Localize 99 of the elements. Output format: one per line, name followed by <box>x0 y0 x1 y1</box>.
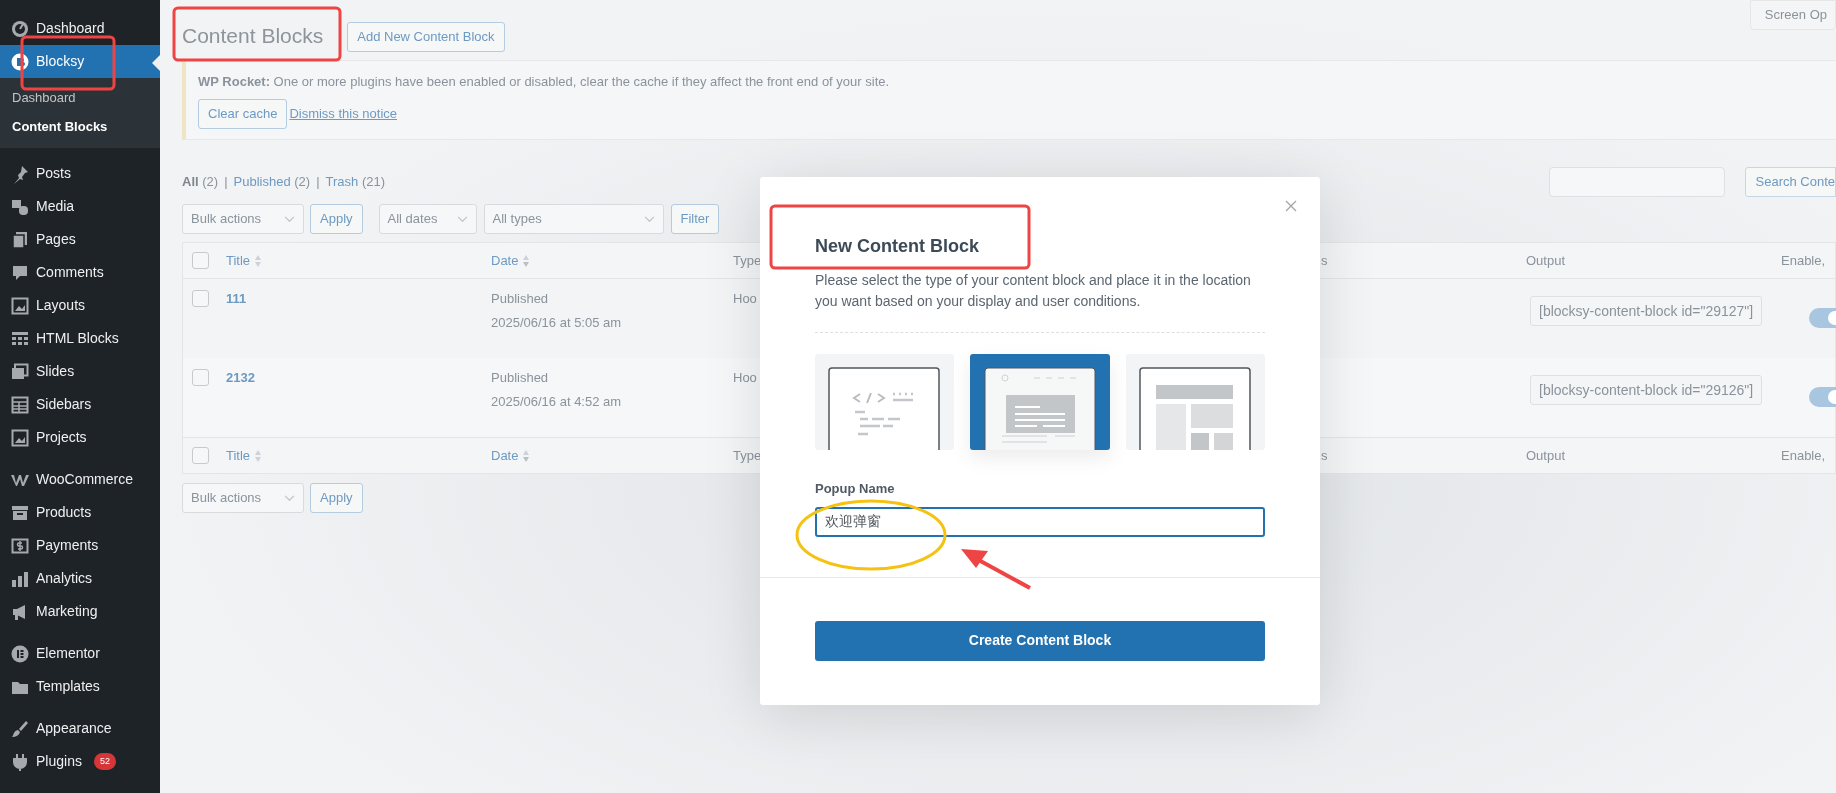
filter-link[interactable]: Published (2) <box>233 172 311 192</box>
bulk-actions-select[interactable]: Bulk actions <box>182 483 304 513</box>
apply-button[interactable]: Apply <box>310 483 363 513</box>
shortcode-field[interactable]: [blocksy-content-block id="29127"] <box>1530 296 1763 326</box>
sidebar-item[interactable]: Media <box>0 190 160 223</box>
sort-icon[interactable] <box>254 253 263 268</box>
block-type-card[interactable] <box>970 354 1110 450</box>
type-text: Hoo <box>733 370 757 385</box>
arrow-annotation <box>961 549 1031 590</box>
dismiss-link[interactable]: Dismiss this notice <box>289 104 397 124</box>
row-checkbox[interactable] <box>192 252 209 269</box>
submenu-item[interactable]: Content Blocks <box>0 112 160 141</box>
separator-text: | <box>316 173 320 192</box>
screen-options-tab[interactable]: Screen Op <box>1749 0 1836 30</box>
chevron-down-icon <box>456 215 468 223</box>
column-header[interactable]: Title <box>226 445 251 466</box>
column-header: Type <box>733 251 762 270</box>
type-text: Hoo <box>733 291 757 306</box>
date-text: 2025/06/16 at 4:52 am <box>491 392 623 411</box>
submenu-item[interactable]: Dashboard <box>0 83 160 112</box>
toggle-switch[interactable] <box>1809 387 1836 407</box>
post-title-link[interactable]: 111 <box>226 291 247 306</box>
sidebar-item[interactable]: Templates <box>0 670 160 703</box>
circle-e-icon <box>10 643 30 664</box>
filter-link[interactable]: All (2) <box>182 172 219 192</box>
sidebar-item[interactable]: Analytics <box>0 562 160 595</box>
table-icon <box>10 394 30 415</box>
picture-icon <box>10 295 30 316</box>
picture-stack-icon <box>10 361 30 382</box>
sidebar-item[interactable]: HTML Blocks <box>0 322 160 355</box>
sidebar-item[interactable]: Posts <box>0 157 160 190</box>
count-badge: 52 <box>93 753 116 770</box>
sidebar-item[interactable]: Pages <box>0 223 160 256</box>
status-text: Published <box>491 290 550 308</box>
column-header: Output <box>1526 446 1566 465</box>
bulk-actions-select[interactable]: Bulk actions <box>182 204 304 234</box>
row-checkbox[interactable] <box>192 369 209 386</box>
block-type-card[interactable] <box>1125 354 1265 450</box>
notice-text: WP Rocket: One or more plugins have been enabled or disabled, clear the cache if they affect the front end of your site. <box>198 73 891 91</box>
sidebar-item[interactable]: Payments <box>0 529 160 562</box>
clear-cache-button[interactable]: Clear cache <box>198 99 288 129</box>
column-header: Enable, <box>1781 251 1826 270</box>
sidebar-item[interactable]: Plugins 52 <box>0 745 160 778</box>
chevron-down-icon <box>284 494 295 502</box>
date-text: 2025/06/16 at 5:05 am <box>491 313 623 332</box>
filter-button[interactable]: Filter <box>670 204 720 234</box>
chevron-down-icon <box>284 215 295 223</box>
shortcode-field[interactable]: [blocksy-content-block id="29126"] <box>1530 375 1763 405</box>
page-title: Content Blocks <box>182 23 324 49</box>
pages-icon <box>10 229 30 250</box>
add-new-button[interactable]: Add New Content Block <box>347 22 505 52</box>
block-type-card[interactable] <box>815 354 955 450</box>
picture-icon <box>10 427 30 448</box>
column-header[interactable]: Date <box>491 250 519 271</box>
gauge-icon <box>10 18 30 39</box>
sidebar-item[interactable]: Blocksy <box>0 45 160 78</box>
sidebar-item[interactable]: Appearance <box>0 712 160 745</box>
type-filter-select[interactable]: All types <box>483 204 664 234</box>
date-filter-select[interactable]: All dates <box>378 204 477 234</box>
search-field[interactable] <box>1548 167 1725 197</box>
column-header: Enable, <box>1781 446 1826 465</box>
row-checkbox[interactable] <box>192 447 209 464</box>
paintbrush-icon <box>10 718 30 739</box>
sidebar-item[interactable]: WooCommerce <box>0 463 160 496</box>
sidebar-item[interactable]: Marketing <box>0 595 160 628</box>
apply-button[interactable]: Apply <box>310 204 363 234</box>
sort-icon[interactable] <box>522 448 531 463</box>
plug-icon <box>10 751 30 772</box>
field-label: Popup Name <box>815 480 896 498</box>
sort-icon[interactable] <box>254 448 263 463</box>
sidebar-item[interactable]: Projects <box>0 421 160 454</box>
modal-title: New Content Block <box>815 235 980 258</box>
sidebar-item[interactable]: Sidebars <box>0 388 160 421</box>
column-header: s <box>1321 251 1328 270</box>
popup-name-field[interactable]: 欢迎弹窗 <box>815 506 1265 537</box>
sort-icon[interactable] <box>522 253 531 268</box>
column-header[interactable]: Title <box>226 250 251 271</box>
sidebar-item[interactable]: Elementor <box>0 637 160 670</box>
search-button[interactable]: Search Conte <box>1744 167 1836 197</box>
column-header[interactable]: Date <box>491 445 519 466</box>
sidebar-item[interactable]: Slides <box>0 355 160 388</box>
column-header: Type <box>733 446 762 465</box>
toggle-switch[interactable] <box>1809 308 1836 328</box>
post-title-link[interactable]: 2132 <box>226 370 255 385</box>
create-button[interactable]: Create Content Block <box>815 620 1265 661</box>
modal-description: Please select the type of your content block and place it in the location you want based on your display and user conditions. <box>815 271 1252 311</box>
sidebar-item[interactable]: Comments <box>0 256 160 289</box>
filter-link[interactable]: Trash (21) <box>325 172 385 192</box>
column-header: Output <box>1526 251 1566 270</box>
sidebar-item[interactable]: Products <box>0 496 160 529</box>
column-header: s <box>1321 446 1328 465</box>
row-checkbox[interactable] <box>192 290 209 307</box>
sidebar-item[interactable]: Layouts <box>0 289 160 322</box>
sidebar-item[interactable]: Dashboard <box>0 12 160 45</box>
chevron-down-icon <box>643 215 655 223</box>
logo-icon <box>10 51 30 72</box>
separator-text: | <box>224 173 228 192</box>
close-button[interactable] <box>1284 199 1298 213</box>
status-text: Published <box>491 369 550 387</box>
